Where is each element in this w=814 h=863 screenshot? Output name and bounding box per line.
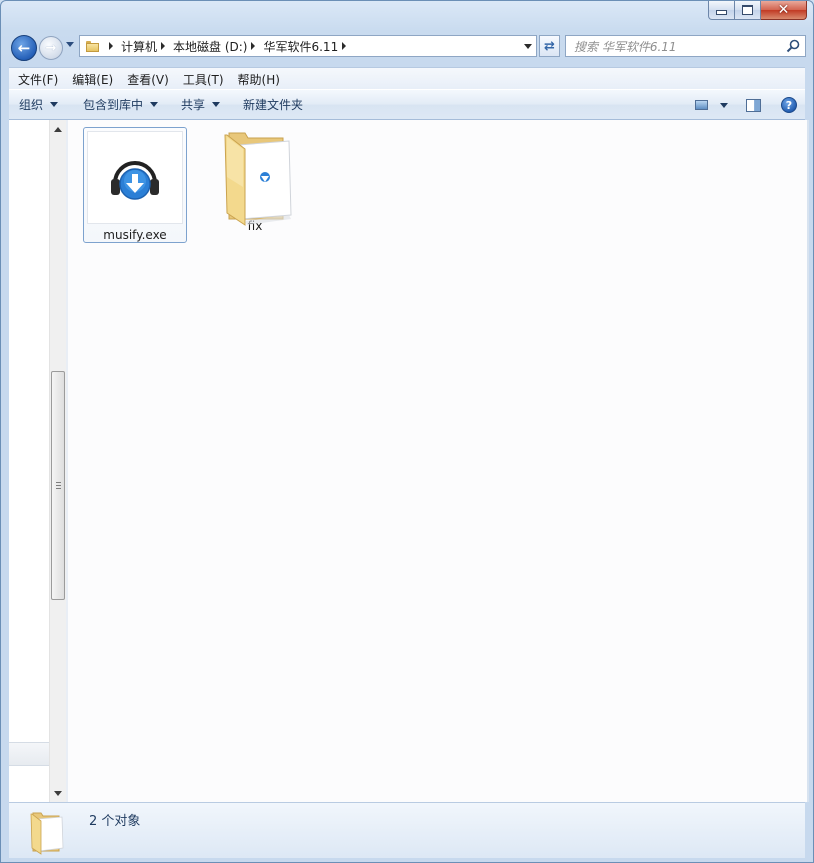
search-box[interactable]: 搜索 华军软件6.11 xyxy=(565,35,806,57)
forward-arrow-icon: → xyxy=(45,40,57,56)
maximize-icon xyxy=(742,5,753,15)
file-thumbnail xyxy=(87,131,183,224)
include-in-library-label: 包含到库中 xyxy=(83,98,144,112)
help-icon[interactable]: ? xyxy=(781,97,797,113)
chevron-down-icon xyxy=(212,102,221,107)
item-count-label: 2 个对象 xyxy=(89,814,141,829)
menu-help[interactable]: 帮助(H) xyxy=(229,71,285,88)
new-folder-button[interactable]: 新建文件夹 xyxy=(233,96,312,113)
scrollbar-thumb[interactable] xyxy=(51,371,65,600)
menu-edit[interactable]: 编辑(E) xyxy=(63,71,118,88)
details-pane: 2 个对象 xyxy=(9,802,805,858)
navigation-pane-item[interactable] xyxy=(9,742,49,766)
menu-bar: 文件(F) 编辑(E) 查看(V) 工具(T) 帮助(H) xyxy=(9,67,805,90)
caption-buttons: ✕ xyxy=(708,1,807,22)
new-folder-label: 新建文件夹 xyxy=(243,98,304,112)
scroll-up-icon[interactable] xyxy=(54,127,62,132)
recent-pages-dropdown[interactable] xyxy=(66,42,74,47)
organize-button[interactable]: 组织 xyxy=(9,96,67,113)
share-button[interactable]: 共享 xyxy=(171,96,229,113)
explorer-window: ✕ ← → 计算机 本地磁盘 (D:) 华军软件6.11 ⇄ 搜索 华军软件6.… xyxy=(0,0,814,863)
file-list[interactable]: musify.exe fix xyxy=(68,120,807,802)
share-label: 共享 xyxy=(181,98,206,112)
search-icon[interactable] xyxy=(786,39,800,53)
chevron-right-icon[interactable] xyxy=(342,42,347,50)
menu-tools[interactable]: 工具(T) xyxy=(174,71,229,88)
preview-pane-button[interactable] xyxy=(746,98,761,112)
breadcrumb-current-folder[interactable]: 华军软件6.11 xyxy=(263,38,338,55)
menu-view[interactable]: 查看(V) xyxy=(118,71,174,88)
close-icon: ✕ xyxy=(777,2,790,18)
headphones-download-icon xyxy=(111,160,159,200)
minimize-icon xyxy=(716,10,727,15)
folder-icon xyxy=(30,812,64,855)
command-bar: 组织 包含到库中 共享 新建文件夹 ? xyxy=(9,89,805,120)
maximize-button[interactable] xyxy=(735,1,761,20)
chevron-down-icon[interactable] xyxy=(720,102,728,108)
navigation-pane-scrollbar[interactable] xyxy=(49,120,66,802)
organize-label: 组织 xyxy=(19,98,44,112)
help-glyph: ? xyxy=(785,98,793,112)
chevron-right-icon[interactable] xyxy=(251,42,256,50)
file-item-musify[interactable]: musify.exe xyxy=(83,127,187,243)
breadcrumb-local-disk[interactable]: 本地磁盘 (D:) xyxy=(173,38,247,55)
menu-file[interactable]: 文件(F) xyxy=(9,71,63,88)
file-item-fix[interactable]: fix xyxy=(203,127,307,243)
forward-button[interactable]: → xyxy=(39,36,63,60)
change-view-button[interactable] xyxy=(695,100,728,110)
address-dropdown-icon[interactable] xyxy=(524,44,532,49)
chevron-right-icon[interactable] xyxy=(161,42,166,50)
close-button[interactable]: ✕ xyxy=(761,1,807,20)
chevron-right-icon[interactable] xyxy=(109,42,113,50)
include-in-library-button[interactable]: 包含到库中 xyxy=(73,96,167,113)
chevron-down-icon xyxy=(50,102,59,107)
search-input[interactable]: 搜索 华军软件6.11 xyxy=(574,38,677,55)
back-arrow-icon: ← xyxy=(17,39,31,57)
refresh-button[interactable]: ⇄ xyxy=(539,35,560,57)
folder-icon xyxy=(86,40,99,52)
grip-icon xyxy=(56,482,61,489)
scroll-down-icon[interactable] xyxy=(54,791,62,796)
navigation-row: ← → 计算机 本地磁盘 (D:) 华军软件6.11 ⇄ 搜索 华军软件6.11 xyxy=(9,34,806,61)
folder-icon xyxy=(224,132,292,226)
view-icon xyxy=(695,100,708,110)
refresh-icon: ⇄ xyxy=(544,38,555,54)
breadcrumb-computer[interactable]: 计算机 xyxy=(121,38,157,55)
file-name: musify.exe xyxy=(103,228,167,242)
back-button[interactable]: ← xyxy=(11,35,37,61)
window-border xyxy=(807,120,809,802)
command-bar-right: ? xyxy=(695,90,805,120)
chevron-down-icon xyxy=(150,102,159,107)
address-bar[interactable]: 计算机 本地磁盘 (D:) 华军软件6.11 xyxy=(79,35,537,57)
navigation-pane[interactable] xyxy=(9,120,49,802)
minimize-button[interactable] xyxy=(708,1,735,20)
